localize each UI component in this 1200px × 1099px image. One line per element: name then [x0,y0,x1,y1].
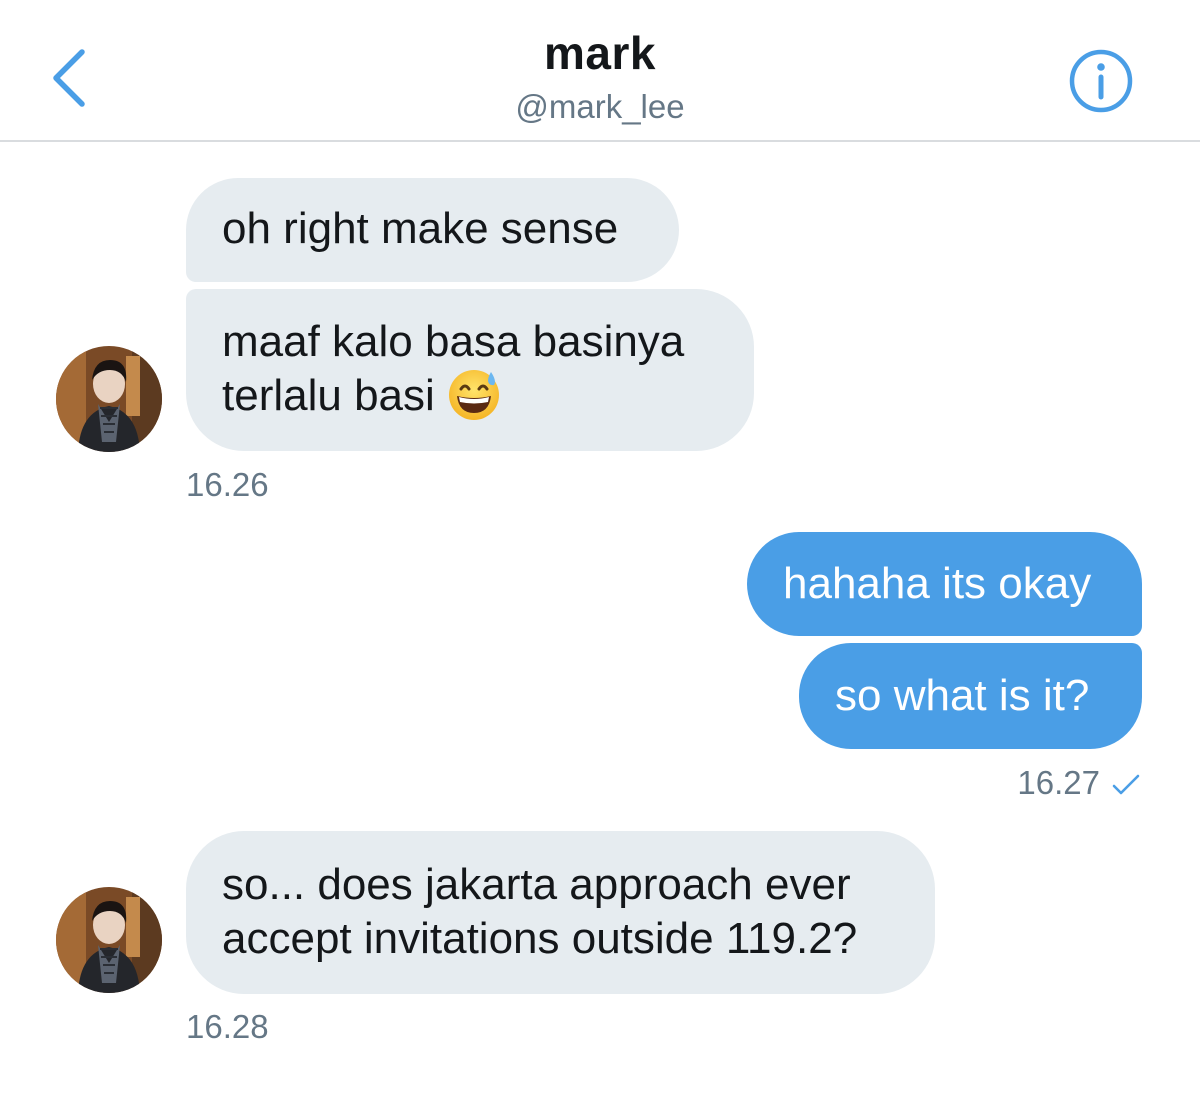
received-message-bubble[interactable]: maaf kalo basa basinya terlalu basi [186,289,754,451]
avatar[interactable] [56,346,162,452]
message-text: terlalu basi [222,371,435,420]
sent-message-bubble[interactable]: hahaha its okay [747,532,1142,636]
contact-name: mark [544,27,656,79]
message-text-line: maaf kalo basa basinya [222,317,685,366]
message-text: so what is it? [835,671,1090,720]
timestamp: 16.28 [186,1008,269,1045]
received-message-bubble[interactable]: so... does jakarta approach ever accept … [186,831,935,994]
message-text-line: terlalu basi [222,369,718,423]
sent-timestamp-row: 16.27 [1017,764,1140,802]
avatar-photo [56,887,162,993]
received-message-bubble[interactable]: oh right make sense [186,178,679,282]
contact-handle: @mark_lee [515,88,685,125]
message-text-line: accept invitations outside 119.2? [222,914,858,963]
timestamp: 16.26 [186,466,269,503]
grinning-sweat-emoji-icon [448,370,499,421]
sent-message-bubble[interactable]: so what is it? [799,643,1142,749]
info-circle-icon [1069,49,1133,113]
message-text: hahaha its okay [783,559,1092,608]
checkmark-icon [1112,774,1140,795]
avatar[interactable] [56,887,162,993]
message-text: oh right make sense [222,204,619,253]
info-button[interactable] [1068,48,1134,114]
timestamp: 16.27 [1017,764,1100,801]
avatar-photo [56,346,162,452]
message-text-line: so... does jakarta approach ever [222,860,851,909]
conversation-header: mark @mark_lee [0,0,1200,142]
